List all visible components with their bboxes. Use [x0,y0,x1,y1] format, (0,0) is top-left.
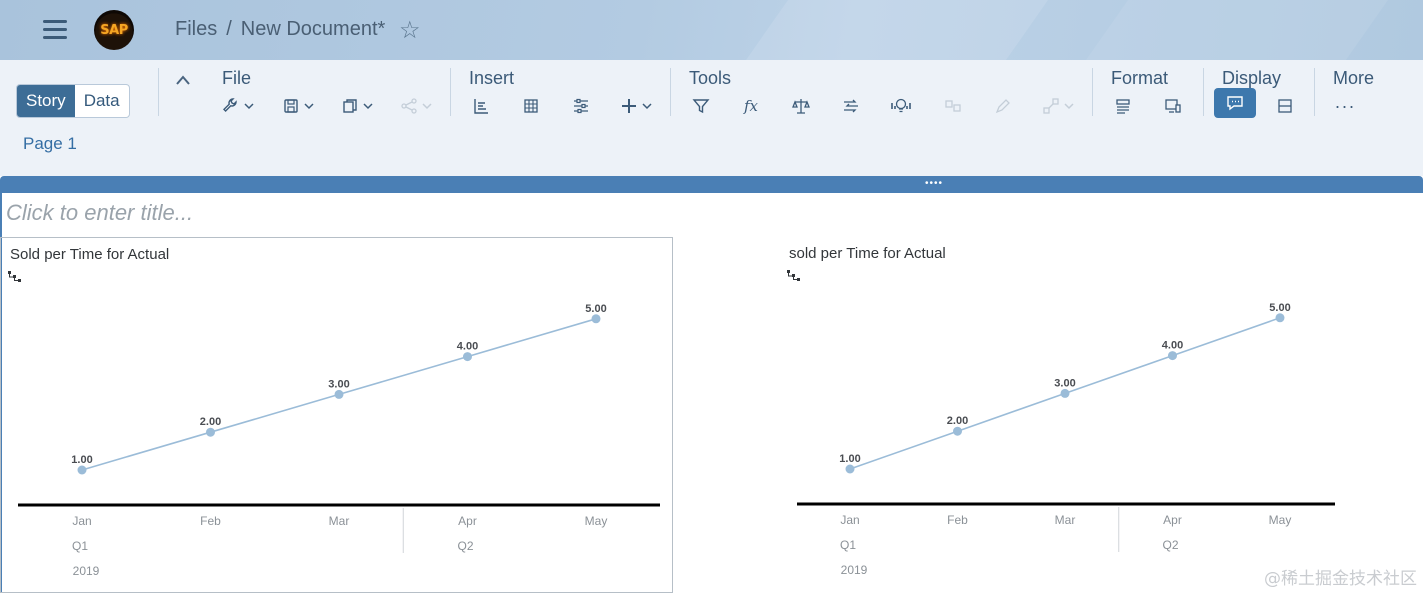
format-group-label: Format [1111,68,1168,89]
canvas-header-strip: •••• [0,176,1423,193]
conditional-format-icon[interactable] [786,94,816,118]
wrench-icon[interactable] [218,94,258,118]
resize-grip-icon[interactable]: •••• [925,181,943,187]
copy-icon[interactable] [337,94,377,118]
device-preview-icon[interactable] [1158,94,1188,118]
chart-widget[interactable]: sold per Time for Actual 1.002.003.004.0… [780,237,1340,593]
data-label: 5.00 [585,303,606,315]
data-point [1061,389,1070,398]
x-tick-label: Mar [1055,513,1076,527]
quarter-label: Q2 [1162,538,1178,552]
smart-insights-icon[interactable] [886,94,916,118]
table-icon[interactable] [516,94,546,118]
data-point [1276,313,1285,322]
comment-icon[interactable] [1214,88,1256,118]
quarter-label: Q2 [457,539,473,553]
data-label: 5.00 [1269,302,1290,314]
breadcrumb-files-link[interactable]: Files [175,18,217,40]
x-tick-label: Jan [840,513,859,527]
add-icon[interactable] [616,94,656,118]
data-point [1168,351,1177,360]
breadcrumb: Files / New Document* [175,18,385,41]
data-point [335,390,344,399]
year-label: 2019 [73,564,100,578]
data-label: 4.00 [457,341,478,353]
story-toolbar: Story Data File Insert Tools [0,60,1423,176]
favorite-star-icon[interactable]: ☆ [399,16,421,45]
x-tick-label: Apr [1163,513,1182,527]
x-tick-label: Feb [200,514,221,528]
x-tick-label: Jan [72,514,91,528]
breadcrumb-separator: / [226,18,232,40]
chart-widget[interactable]: Sold per Time for Actual 1.002.003.004.0… [0,237,673,593]
more-group-label: More [1333,68,1374,89]
linked-analysis-icon[interactable] [836,94,866,118]
edit-icon[interactable] [988,94,1018,118]
x-tick-label: May [1269,513,1292,527]
file-group-label: File [222,68,251,89]
input-control-icon[interactable] [566,94,596,118]
sharing-icon[interactable] [1038,94,1078,118]
x-tick-label: Mar [329,514,350,528]
data-point [206,428,215,437]
quarter-label: Q1 [840,538,856,552]
story-title-input[interactable]: Click to enter title... [6,200,193,226]
data-label: 4.00 [1162,340,1183,352]
x-tick-label: May [585,514,608,528]
data-label: 2.00 [200,416,221,428]
save-icon[interactable] [278,94,318,118]
divider [1203,68,1204,116]
divider [1314,68,1315,116]
shell-decoration [1044,0,1416,60]
data-point [953,427,962,436]
x-tick-label: Apr [458,514,477,528]
document-name: New Document* [241,18,386,40]
chart-icon[interactable] [466,94,496,118]
filter-icon[interactable] [686,94,716,118]
data-point [846,465,855,474]
share-icon[interactable] [396,94,436,118]
data-point [78,466,87,475]
divider [158,68,159,116]
divider [450,68,451,116]
quarter-label: Q1 [72,539,88,553]
x-tick-label: Feb [947,513,968,527]
data-label: 3.00 [1054,377,1075,389]
shell-decoration [704,0,1076,60]
data-label: 1.00 [71,454,92,466]
data-label: 1.00 [839,453,860,465]
tab-page-1[interactable]: Page 1 [23,134,77,154]
story-mode-tab[interactable]: Story [17,85,75,117]
overflow-icon[interactable]: ··· [1330,94,1360,118]
menu-icon[interactable] [40,17,70,43]
data-mode-tab[interactable]: Data [75,85,129,117]
divider [670,68,671,116]
divider [1092,68,1093,116]
shell-bar: SAP Files / New Document* ☆ [0,0,1423,60]
line-chart: 1.00 2.00 3.00 4.00 5.00 Jan Feb Mar Apr May Q1 Q2 2… [780,237,1340,593]
year-label: 2019 [841,563,868,577]
data-point [463,352,472,361]
data-change-icon[interactable] [938,94,968,118]
mode-switch: Story Data [16,84,130,118]
insert-group-label: Insert [469,68,514,89]
line-chart: 1.00 2.00 3.00 4.00 5.00 Jan Feb Mar Apr May Q1 Q2 2… [1,238,674,594]
collapse-toolbar-icon[interactable] [175,70,191,91]
data-point [592,314,601,323]
watermark: @稀土掘金技术社区 [1264,564,1417,589]
data-label: 3.00 [328,378,349,390]
layout-icon[interactable] [1270,94,1300,118]
formula-icon[interactable]: fx [736,94,766,118]
styling-icon[interactable] [1108,94,1138,118]
data-label: 2.00 [947,415,968,427]
tools-group-label: Tools [689,68,731,89]
sap-logo[interactable]: SAP [94,10,134,50]
display-group-label: Display [1222,68,1281,89]
